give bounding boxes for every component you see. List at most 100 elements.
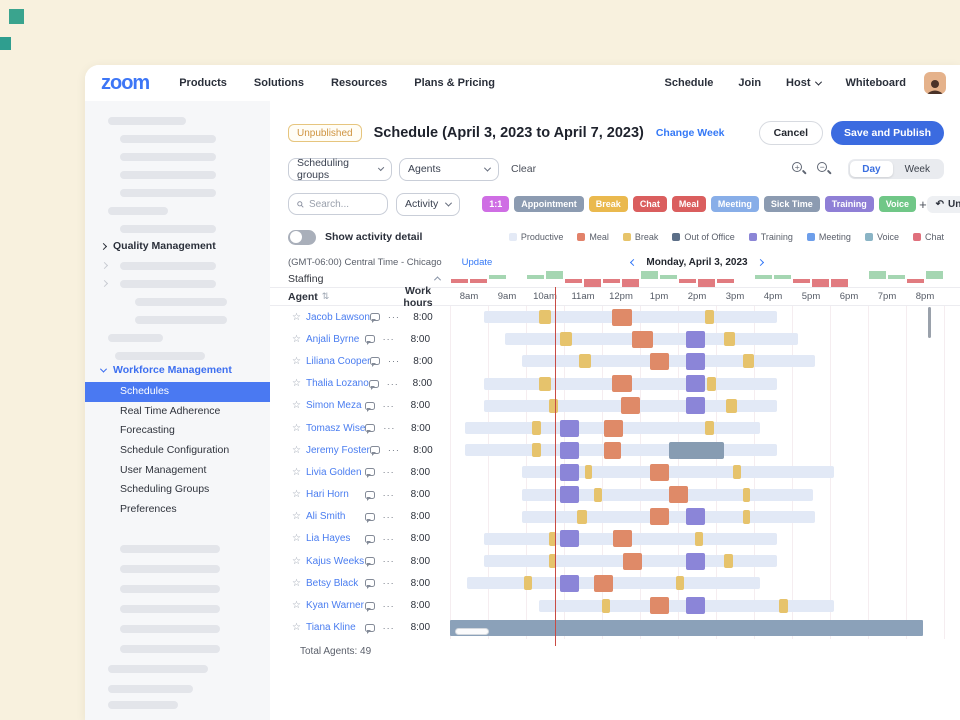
show-activity-detail-toggle[interactable] <box>288 230 316 245</box>
zoom-out-icon[interactable]: − <box>817 162 832 177</box>
activity-block-training[interactable] <box>686 597 705 614</box>
activity-block-break[interactable] <box>549 554 557 568</box>
favorite-star-icon[interactable]: ☆ <box>292 600 301 611</box>
next-day-icon[interactable] <box>757 258 764 265</box>
sidebar-item-quality-management[interactable]: Quality Management <box>101 240 216 252</box>
activity-block-break[interactable] <box>724 554 734 568</box>
activity-block-break[interactable] <box>695 532 703 546</box>
sidebar-item-user-management[interactable]: User Management <box>85 461 270 481</box>
search-input[interactable] <box>309 199 379 210</box>
activity-block-break[interactable] <box>743 510 751 524</box>
activity-block-training[interactable] <box>560 530 579 547</box>
more-options-icon[interactable]: ··· <box>383 401 395 411</box>
vertical-scrollbar-thumb[interactable] <box>928 307 931 338</box>
sidebar-item-forecasting[interactable]: Forecasting <box>85 421 270 441</box>
activity-block-break[interactable] <box>560 332 571 346</box>
activity-block-break[interactable] <box>705 310 715 324</box>
more-options-icon[interactable]: ··· <box>383 534 395 544</box>
activity-block-training[interactable] <box>686 353 705 370</box>
agent-name-link[interactable]: Thalia Lozano <box>306 378 369 389</box>
agent-name-link[interactable]: Betsy Black <box>306 578 365 589</box>
favorite-star-icon[interactable]: ☆ <box>292 467 301 478</box>
chat-bubble-icon[interactable] <box>365 557 375 565</box>
activity-block-break[interactable] <box>602 599 610 613</box>
chat-bubble-icon[interactable] <box>365 468 375 476</box>
chat-bubble-icon[interactable] <box>365 624 375 632</box>
chat-bubble-icon[interactable] <box>365 602 375 610</box>
chat-bubble-icon[interactable] <box>365 402 375 410</box>
agent-column-header[interactable]: Agent <box>288 291 318 303</box>
activity-block-break[interactable] <box>549 399 559 413</box>
agent-name-link[interactable]: Simon Meza <box>306 400 365 411</box>
agents-select[interactable]: Agents <box>399 158 499 181</box>
agent-name-link[interactable]: Livia Golden <box>306 467 365 478</box>
save-and-publish-button[interactable]: Save and Publish <box>831 121 944 145</box>
more-options-icon[interactable]: ··· <box>383 423 395 433</box>
more-options-icon[interactable]: ··· <box>383 467 395 477</box>
view-day-tab[interactable]: Day <box>850 161 892 177</box>
activity-block-meal[interactable] <box>632 331 653 348</box>
activity-chip-appointment[interactable]: Appointment <box>514 196 584 212</box>
agent-name-link[interactable]: Jeremy Foster <box>306 445 370 456</box>
chat-bubble-icon[interactable] <box>365 424 375 432</box>
activity-block-fullday[interactable] <box>450 620 923 636</box>
chat-bubble-icon[interactable] <box>369 380 379 388</box>
chat-bubble-icon[interactable] <box>370 313 380 321</box>
activity-block-break[interactable] <box>532 443 542 457</box>
activity-block-training[interactable] <box>686 397 705 414</box>
activity-block-meal[interactable] <box>650 597 669 614</box>
agent-timeline[interactable] <box>450 417 944 439</box>
activity-block-training[interactable] <box>560 486 579 503</box>
chat-bubble-icon[interactable] <box>365 513 375 521</box>
favorite-star-icon[interactable]: ☆ <box>292 312 301 323</box>
activity-block-break[interactable] <box>532 421 542 435</box>
cancel-button[interactable]: Cancel <box>759 121 823 145</box>
agent-name-link[interactable]: Tiana Kline <box>306 622 365 633</box>
chat-bubble-icon[interactable] <box>370 446 380 454</box>
more-options-icon[interactable]: ··· <box>383 334 395 344</box>
more-options-icon[interactable]: ··· <box>387 379 399 389</box>
favorite-star-icon[interactable]: ☆ <box>292 578 301 589</box>
agent-timeline[interactable] <box>450 550 944 572</box>
agent-timeline[interactable] <box>450 306 944 328</box>
agent-timeline[interactable] <box>450 506 944 528</box>
chat-bubble-icon[interactable] <box>365 491 375 499</box>
agent-timeline[interactable] <box>450 461 944 483</box>
agent-name-link[interactable]: Ali Smith <box>306 511 365 522</box>
agent-timeline[interactable] <box>450 617 944 639</box>
nav-schedule[interactable]: Schedule <box>665 77 714 89</box>
activity-block-break[interactable] <box>707 377 717 391</box>
activity-chip-sick-time[interactable]: Sick Time <box>764 196 820 212</box>
activity-block-break[interactable] <box>726 399 737 413</box>
activity-block-break[interactable] <box>779 599 789 613</box>
nav-join[interactable]: Join <box>738 77 761 89</box>
favorite-star-icon[interactable]: ☆ <box>292 445 301 456</box>
activity-block-training[interactable] <box>560 420 579 437</box>
shift-bar-productive[interactable] <box>467 577 760 589</box>
activity-block-break[interactable] <box>549 532 557 546</box>
agent-name-link[interactable]: Jacob Lawson <box>306 312 370 323</box>
activity-block-meal[interactable] <box>612 375 633 392</box>
activity-block-break[interactable] <box>705 421 715 435</box>
activity-block-break[interactable] <box>524 576 532 590</box>
agent-timeline[interactable] <box>450 594 944 616</box>
activity-block-break[interactable] <box>539 310 550 324</box>
sidebar-item-preferences[interactable]: Preferences <box>85 500 270 520</box>
more-options-icon[interactable]: ··· <box>383 512 395 522</box>
more-options-icon[interactable]: ··· <box>383 578 395 588</box>
chat-bubble-icon[interactable] <box>365 335 375 343</box>
agent-timeline[interactable] <box>450 395 944 417</box>
change-week-link[interactable]: Change Week <box>656 127 725 139</box>
activity-block-meal[interactable] <box>613 530 632 547</box>
zoom-in-icon[interactable]: + <box>792 162 807 177</box>
nav-plans-pricing[interactable]: Plans & Pricing <box>414 77 495 89</box>
activity-block-meal[interactable] <box>650 353 669 370</box>
activity-block-meal[interactable] <box>612 309 633 326</box>
chat-bubble-icon[interactable] <box>365 579 375 587</box>
activity-block-break[interactable] <box>577 510 587 524</box>
activity-block-meal[interactable] <box>594 575 613 592</box>
agent-timeline[interactable] <box>450 328 944 350</box>
activity-block-training[interactable] <box>560 442 579 459</box>
more-options-icon[interactable]: ··· <box>383 556 395 566</box>
activity-block-break[interactable] <box>585 465 593 479</box>
